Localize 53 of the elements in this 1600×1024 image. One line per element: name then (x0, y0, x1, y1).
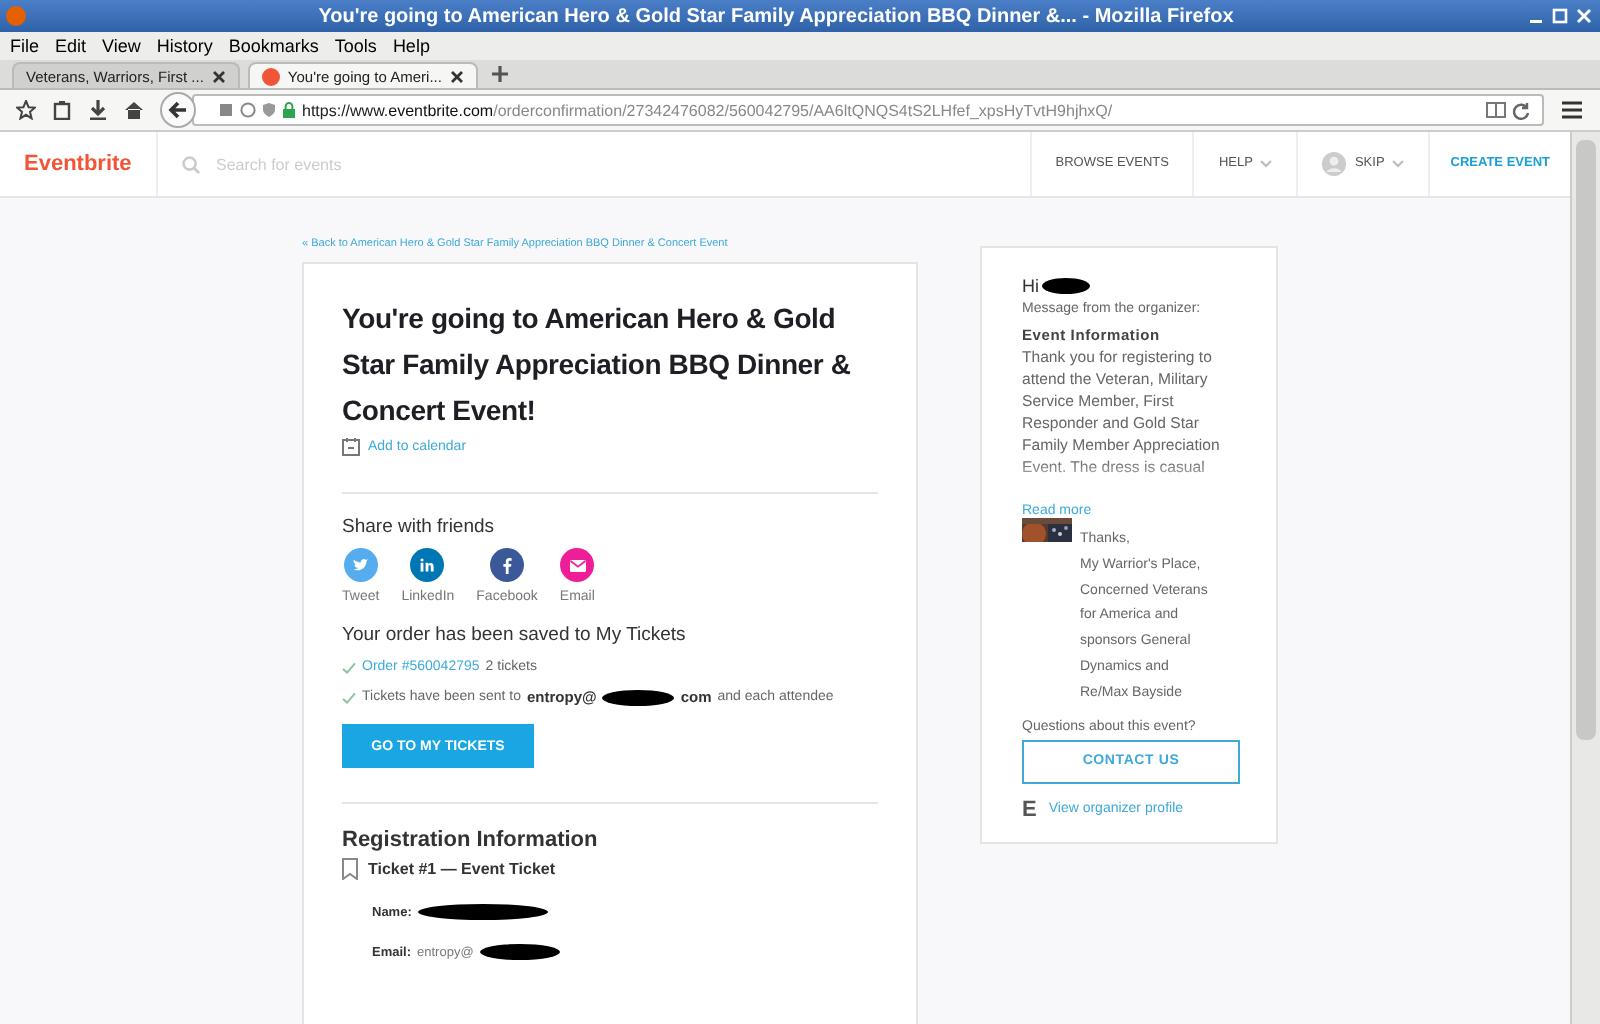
menu-item[interactable]: View (102, 36, 141, 56)
caret-icon (1260, 160, 1273, 168)
lock-icon (282, 102, 296, 118)
home-icon[interactable] (124, 100, 144, 120)
page-title: You're going to American Hero & Gold Star Family Appreciation BBQ Dinner & Concert Event! (342, 300, 853, 430)
menu-item[interactable]: Edit (55, 36, 87, 56)
redaction-mark (602, 689, 675, 705)
shield-icon[interactable] (262, 102, 276, 118)
redaction-mark (479, 944, 560, 960)
calendar-icon (342, 438, 360, 456)
ticket-heading: Ticket #1 — Event Ticket (368, 860, 556, 878)
menu-item[interactable]: History (156, 36, 213, 56)
close-icon[interactable] (211, 69, 226, 83)
redaction-mark (1041, 278, 1089, 294)
share-heading: Share with friends (342, 516, 497, 538)
star-icon[interactable] (16, 100, 36, 120)
caret-icon (1392, 160, 1405, 168)
maximize-icon[interactable] (1550, 6, 1570, 26)
scrollbar[interactable] (1570, 132, 1600, 1024)
greeting: Hi (1022, 276, 1039, 296)
back-arrow-icon (168, 100, 188, 120)
search-icon (182, 155, 200, 173)
linkedin-icon (420, 558, 435, 572)
reader-view-icon[interactable] (1486, 102, 1506, 118)
organizer-logo: E (1022, 797, 1037, 822)
envelope-icon (569, 559, 586, 571)
facebook-icon (502, 557, 513, 573)
checkmark-icon (342, 691, 356, 703)
order-heading: Your order has been saved to My Tickets (342, 624, 688, 646)
redaction-mark (417, 904, 548, 920)
download-icon[interactable] (88, 100, 108, 120)
menu-item[interactable]: Bookmarks (228, 36, 319, 56)
menu-icon[interactable] (1560, 100, 1584, 120)
menu-item[interactable]: File (10, 36, 40, 56)
back-button[interactable] (160, 92, 196, 128)
new-tab-icon[interactable] (489, 64, 510, 84)
avatar-icon (1322, 152, 1347, 176)
menu-item[interactable]: Help (392, 36, 430, 56)
window-title: You're going to American Hero & Gold Star Family Appreciation BBQ Dinner &... - Mozilla Firefox (316, 5, 1236, 27)
close-icon[interactable] (449, 69, 464, 83)
page-icon (218, 102, 234, 118)
ticket-icon (342, 858, 358, 880)
address-bar[interactable]: https://www.eventbrite.com/orderconfirmation/27342476082/560042795/AA6ltQNQS4tS2LHfef_xpsHyTvtH9hjhxQ/ (192, 94, 1544, 126)
site-favicon-icon (261, 67, 280, 85)
menu-item[interactable]: Tools (334, 36, 377, 56)
bird-icon (352, 558, 369, 572)
checkmark-icon (342, 661, 356, 673)
reload-icon[interactable] (1512, 101, 1530, 119)
info-icon[interactable] (240, 102, 256, 118)
url-text: https://www.eventbrite.com/orderconfirmation/27342476082/560042795/AA6ltQNQS4tS2LHfef_xpsHyTvtH9hjhxQ/ (302, 101, 1115, 119)
firefox-icon (6, 6, 26, 26)
registration-heading: Registration Information (342, 828, 600, 852)
clipboard-icon[interactable] (52, 100, 72, 120)
